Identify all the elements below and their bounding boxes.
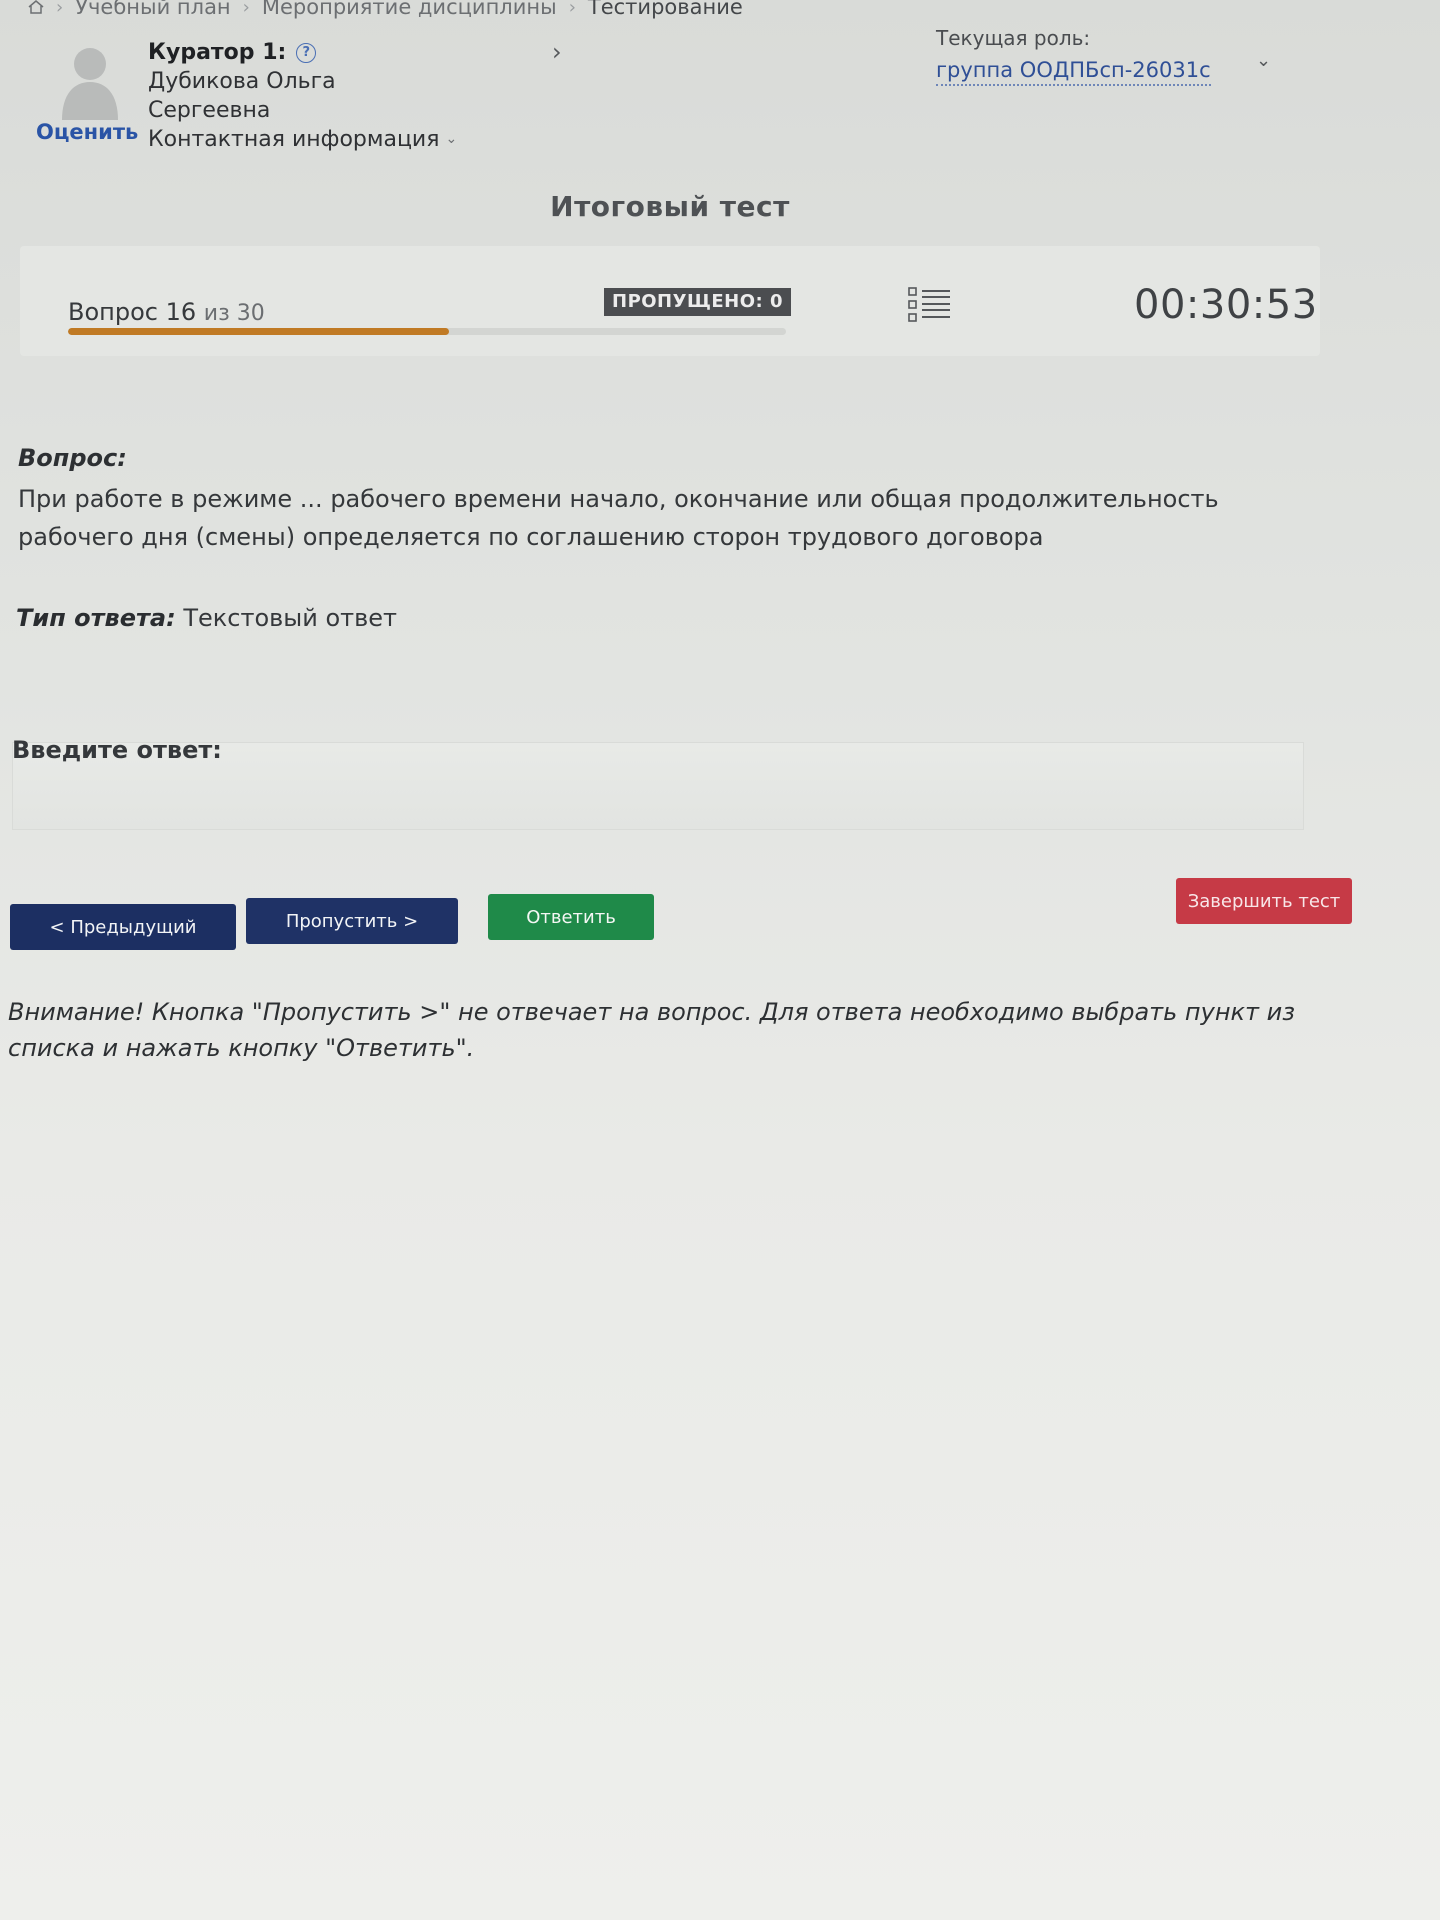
question-total: из 30 [203, 301, 265, 326]
answer-label: Введите ответ: [12, 736, 222, 764]
breadcrumb-separator: › [56, 0, 64, 18]
question-counter: Вопрос 16 из 30 [68, 298, 265, 326]
curator-info: Куратор 1: ? Дубикова Ольга Сергеевна Ко… [148, 38, 457, 154]
finish-test-button[interactable]: Завершить тест [1176, 878, 1352, 924]
question-label: Вопрос: [18, 444, 127, 472]
breadcrumb-separator: › [568, 0, 576, 18]
question-current: 16 [165, 298, 197, 326]
list-icon[interactable] [908, 286, 952, 324]
current-role: Текущая роль: группа ООДПБсп-26031с ⌄ [936, 26, 1276, 86]
skip-button[interactable]: Пропустить > [246, 898, 458, 944]
breadcrumb-item-discipline-event[interactable]: Мероприятие дисциплины [262, 0, 557, 19]
warning-note: Внимание! Кнопка "Пропустить >" не отвеч… [8, 998, 1295, 1062]
breadcrumb-separator: › [242, 0, 250, 18]
avatar-icon [54, 44, 126, 120]
curator-name-line1: Дубикова Ольга [148, 69, 336, 94]
contact-info-toggle[interactable]: Контактная информация ⌄ [148, 125, 457, 154]
answer-type-value: Текстовый ответ [183, 604, 397, 632]
role-select[interactable]: группа ООДПБсп-26031с [936, 58, 1211, 86]
help-icon[interactable]: ? [296, 42, 317, 63]
contact-info-label: Контактная информация [148, 127, 440, 152]
progress-bar [68, 328, 786, 335]
page-title: Итоговый тест [550, 190, 790, 223]
question-block: Вопрос: При работе в режиме ... рабочего… [18, 444, 1318, 556]
question-word: Вопрос [68, 298, 158, 326]
curator-title: Куратор 1: ? [148, 38, 457, 67]
answer-button[interactable]: Ответить [488, 894, 654, 940]
answer-type-label: Тип ответа: [16, 604, 176, 632]
breadcrumb-item-curriculum[interactable]: Учебный план [75, 0, 230, 19]
curator-title-text: Куратор 1: [148, 40, 287, 65]
answer-type: Тип ответа: Текстовый ответ [16, 604, 397, 632]
role-label: Текущая роль: [936, 26, 1091, 50]
test-status-panel: Вопрос 16 из 30 ПРОПУЩЕНО: 0 00:30:53 [20, 246, 1320, 356]
previous-button[interactable]: < Предыдущий [10, 904, 236, 950]
next-curator-chevron-icon[interactable]: › [552, 38, 562, 66]
chevron-down-icon: ⌄ [445, 131, 458, 147]
curator-card: Оценить Куратор 1: ? Дубикова Ольга Серг… [36, 38, 596, 158]
breadcrumb: › Учебный план › Мероприятие дисциплины … [28, 0, 743, 20]
breadcrumb-item-testing: Тестирование [587, 0, 743, 19]
skipped-badge: ПРОПУЩЕНО: 0 [604, 288, 792, 316]
home-icon[interactable] [28, 0, 44, 14]
question-text: При работе в режиме ... рабочего времени… [18, 485, 1219, 551]
timer: 00:30:53 [1134, 282, 1318, 328]
chevron-down-icon[interactable]: ⌄ [1256, 50, 1271, 71]
rate-link[interactable]: Оценить [36, 120, 138, 144]
progress-fill [68, 328, 449, 335]
curator-name-line2: Сергеевна [148, 98, 271, 123]
